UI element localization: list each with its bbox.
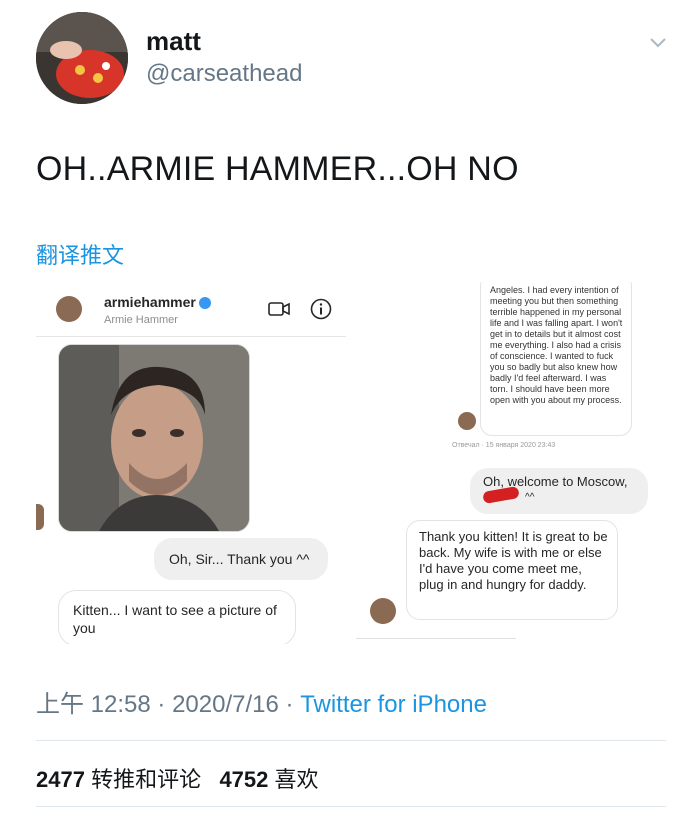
tweet-meta: 上午 12:58 · 2020/7/16 · Twitter for iPhon… [36, 684, 487, 719]
right-gray-message: Oh, welcome to Moscow, ^^ [470, 468, 648, 514]
chevron-down-icon[interactable] [646, 30, 670, 54]
tweet-time[interactable]: 上午 12:58 [36, 691, 151, 718]
divider-bottom [36, 806, 666, 807]
verified-badge-icon [198, 297, 211, 310]
info-icon [310, 298, 332, 320]
likes-stat[interactable]: 4752 喜欢 [219, 767, 318, 792]
media-left-panel: armiehammer Armie Hammer Oh, Sir... Than… [36, 282, 346, 644]
partial-avatar [36, 504, 44, 530]
media-right-panel: Angeles. I had every intention of meetin… [356, 282, 664, 644]
video-call-icon [268, 298, 290, 320]
selfie-photo [58, 344, 250, 532]
user-handle[interactable]: @carseathead [146, 60, 302, 88]
user-avatar[interactable] [36, 12, 128, 104]
ig-avatar [56, 296, 82, 322]
message-timestamp: Отвечал · 15 января 2020 23:43 [452, 442, 556, 449]
ig-display-name: Armie Hammer [104, 314, 178, 326]
tweet-text: OH..ARMIE HAMMER...OH NO [36, 150, 519, 188]
retweets-stat[interactable]: 2477 转推和评论 [36, 767, 201, 792]
right-reply-message: Thank you kitten! It is great to be back… [406, 520, 618, 620]
ig-header: armiehammer Armie Hammer [36, 282, 346, 337]
retweets-count: 2477 [36, 767, 85, 792]
display-name[interactable]: matt [146, 26, 201, 57]
sender-avatar-small [458, 412, 476, 430]
tweet-date[interactable]: 2020/7/16 [172, 691, 279, 718]
retweets-label: 转推和评论 [91, 767, 202, 792]
divider [36, 740, 666, 741]
tweet-media-image[interactable]: armiehammer Armie Hammer Oh, Sir... Than… [36, 282, 664, 644]
meta-dot-1: · [157, 691, 166, 718]
left-message-2: Kitten... I want to see a picture of you [58, 590, 296, 644]
translate-tweet-link[interactable]: 翻译推文 [36, 238, 124, 270]
ig-username: armiehammer [104, 294, 211, 310]
tweet-stats: 2477 转推和评论 4752 喜欢 [36, 762, 319, 794]
meta-dot-2: · [285, 691, 294, 718]
sender-avatar [370, 598, 396, 624]
right-long-message: Angeles. I had every intention of meetin… [480, 282, 632, 436]
tweet-source-link[interactable]: Twitter for iPhone [300, 691, 487, 718]
likes-label: 喜欢 [274, 767, 319, 792]
bottom-faint-line [356, 638, 516, 639]
likes-count: 4752 [219, 767, 269, 792]
left-message-1: Oh, Sir... Thank you ^^ [154, 538, 328, 580]
